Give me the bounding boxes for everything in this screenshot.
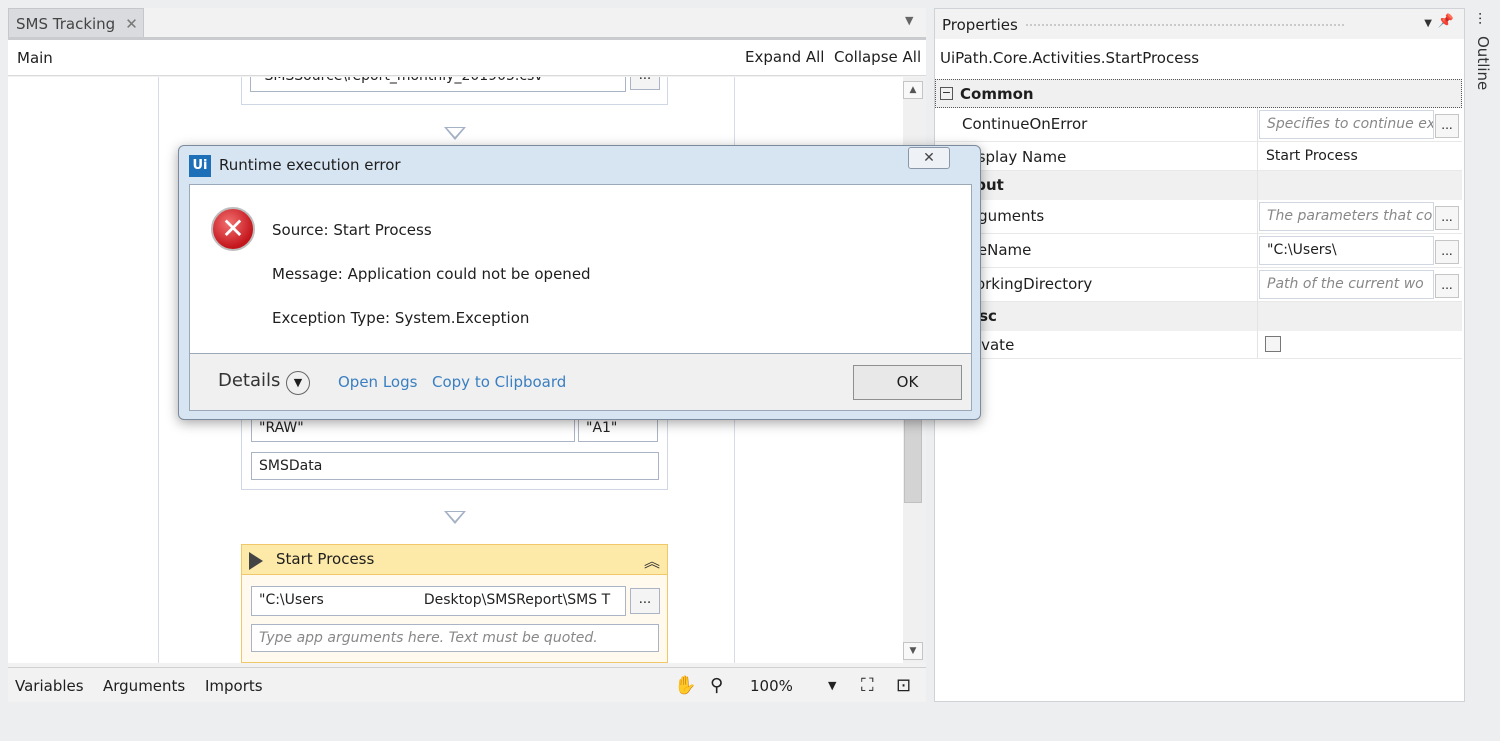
- scroll-up-icon[interactable]: ▲: [903, 81, 923, 99]
- ok-button[interactable]: OK: [853, 365, 962, 400]
- zoom-icon[interactable]: ⚲: [710, 675, 723, 696]
- arguments-input[interactable]: Type app arguments here. Text must be qu…: [251, 624, 659, 652]
- prop-label: ContinueOnError: [962, 115, 1088, 133]
- scroll-down-icon[interactable]: ▼: [903, 642, 923, 660]
- prop-row-continue-on-error[interactable]: ContinueOnError Specifies to continue ex…: [935, 108, 1462, 142]
- play-icon: [249, 552, 263, 570]
- uipath-logo-icon: Ui: [189, 155, 211, 177]
- error-icon: ✕: [211, 207, 255, 251]
- overview-icon[interactable]: ⊡: [896, 675, 911, 696]
- fit-to-screen-icon[interactable]: ⛶: [861, 675, 874, 696]
- activity-title: Start Process: [276, 550, 375, 568]
- expand-all-button[interactable]: Expand All: [745, 48, 824, 66]
- error-source: Source: Start Process: [272, 221, 432, 239]
- category-common[interactable]: − Common: [935, 79, 1462, 108]
- prop-row-working-directory[interactable]: WorkingDirectory Path of the current wo …: [935, 268, 1462, 302]
- outline-tab[interactable]: Outline: [1474, 36, 1492, 90]
- properties-header: Properties ▼ 📌: [935, 9, 1464, 39]
- open-logs-link[interactable]: Open Logs: [338, 373, 417, 391]
- filename-suffix: Desktop\SMSReport\SMS T: [423, 592, 611, 608]
- property-grid-divider: [1257, 108, 1258, 358]
- filename-browse-button[interactable]: ...: [630, 588, 660, 614]
- zoom-level[interactable]: 100%: [750, 677, 793, 695]
- close-tab-icon[interactable]: ✕: [125, 15, 138, 33]
- panel-dropdown-icon[interactable]: ▼: [1424, 18, 1432, 29]
- category-label: Common: [960, 85, 1034, 103]
- prop-edit-button[interactable]: ...: [1435, 274, 1459, 298]
- zoom-dropdown-icon[interactable]: ▼: [828, 679, 836, 692]
- properties-title: Properties: [942, 16, 1018, 34]
- copy-to-clipboard-link[interactable]: Copy to Clipboard: [432, 373, 566, 391]
- imports-tab[interactable]: Imports: [205, 677, 263, 695]
- datatable-field[interactable]: SMSData: [251, 452, 659, 480]
- flow-arrow-icon: [444, 511, 466, 524]
- outline-icon[interactable]: ⫶: [1478, 10, 1482, 30]
- activity-header: Start Process ︽: [242, 545, 667, 575]
- category-misc[interactable]: Misc: [935, 302, 1462, 331]
- prop-edit-button[interactable]: ...: [1435, 240, 1459, 264]
- variables-tab[interactable]: Variables: [15, 677, 84, 695]
- collapse-box-icon[interactable]: −: [940, 87, 953, 100]
- arguments-tab[interactable]: Arguments: [103, 677, 185, 695]
- csv-path-field[interactable]: "SMSSource\report_monthly_201905.csv": [250, 77, 626, 92]
- prop-value[interactable]: Start Process: [1259, 143, 1434, 172]
- start-process-activity[interactable]: Start Process ︽ "C:\Users Desktop\SMSRepo…: [241, 544, 668, 663]
- breadcrumb[interactable]: Main: [17, 49, 53, 67]
- collapse-all-button[interactable]: Collapse All: [834, 48, 921, 66]
- pin-icon[interactable]: 📌: [1438, 14, 1454, 29]
- chevron-down-icon[interactable]: ▼: [286, 371, 310, 395]
- read-csv-activity[interactable]: "SMSSource\report_monthly_201905.csv" ..…: [241, 77, 668, 105]
- prop-value[interactable]: The parameters that co: [1259, 202, 1434, 231]
- dialog-footer: Details ▼ Open Logs Copy to Clipboard OK: [189, 354, 972, 411]
- prop-row-display-name[interactable]: Display Name Start Process: [935, 141, 1462, 171]
- document-tab-title: SMS Tracking: [16, 14, 116, 33]
- prop-edit-button[interactable]: ...: [1435, 206, 1459, 230]
- error-exception-type: Exception Type: System.Exception: [272, 309, 530, 327]
- prop-value[interactable]: Specifies to continue ex: [1259, 110, 1434, 139]
- collapse-chevron-icon[interactable]: ︽: [644, 548, 660, 572]
- prop-row-filename[interactable]: FileName "C:\Users\ ...: [935, 234, 1462, 268]
- runtime-error-dialog: Ui Runtime execution error ✕ ✕ Source: S…: [178, 145, 981, 420]
- panel-grip: [1025, 23, 1345, 27]
- activity-type-label: UiPath.Core.Activities.StartProcess: [940, 49, 1200, 67]
- filename-field[interactable]: "C:\Users Desktop\SMSReport\SMS T: [251, 586, 626, 616]
- scroll-thumb[interactable]: [904, 407, 922, 503]
- document-tab[interactable]: SMS Tracking ✕: [8, 8, 144, 38]
- csv-browse-button[interactable]: ...: [630, 77, 660, 90]
- prop-row-arguments[interactable]: Arguments The parameters that co ...: [935, 200, 1462, 234]
- error-message: Message: Application could not be opened: [272, 265, 591, 283]
- tab-list-dropdown-icon[interactable]: ▼: [905, 14, 913, 27]
- flow-arrow-icon: [444, 127, 466, 140]
- hand-pan-icon[interactable]: ✋: [674, 675, 696, 696]
- prop-label: WorkingDirectory: [962, 275, 1093, 293]
- category-input[interactable]: Input: [935, 171, 1462, 200]
- outline-sidebar[interactable]: ⫶ Outline: [1471, 8, 1500, 702]
- prop-value[interactable]: Path of the current wo: [1259, 270, 1434, 299]
- designer-bottom-bar: Variables Arguments Imports ✋ ⚲ 100% ▼ ⛶…: [8, 667, 926, 702]
- dialog-title: Runtime execution error: [219, 156, 401, 174]
- prop-edit-button[interactable]: ...: [1435, 114, 1459, 138]
- prop-value[interactable]: "C:\Users\: [1259, 236, 1434, 265]
- prop-row-private[interactable]: Private: [935, 331, 1462, 359]
- details-label[interactable]: Details: [218, 370, 280, 391]
- private-checkbox[interactable]: [1265, 336, 1281, 352]
- filename-value: "C:\Users: [259, 592, 324, 608]
- dialog-body: ✕ Source: Start Process Message: Applica…: [189, 184, 972, 354]
- breadcrumb-bar: Main Expand All Collapse All: [8, 40, 926, 76]
- dialog-close-button[interactable]: ✕: [908, 147, 950, 169]
